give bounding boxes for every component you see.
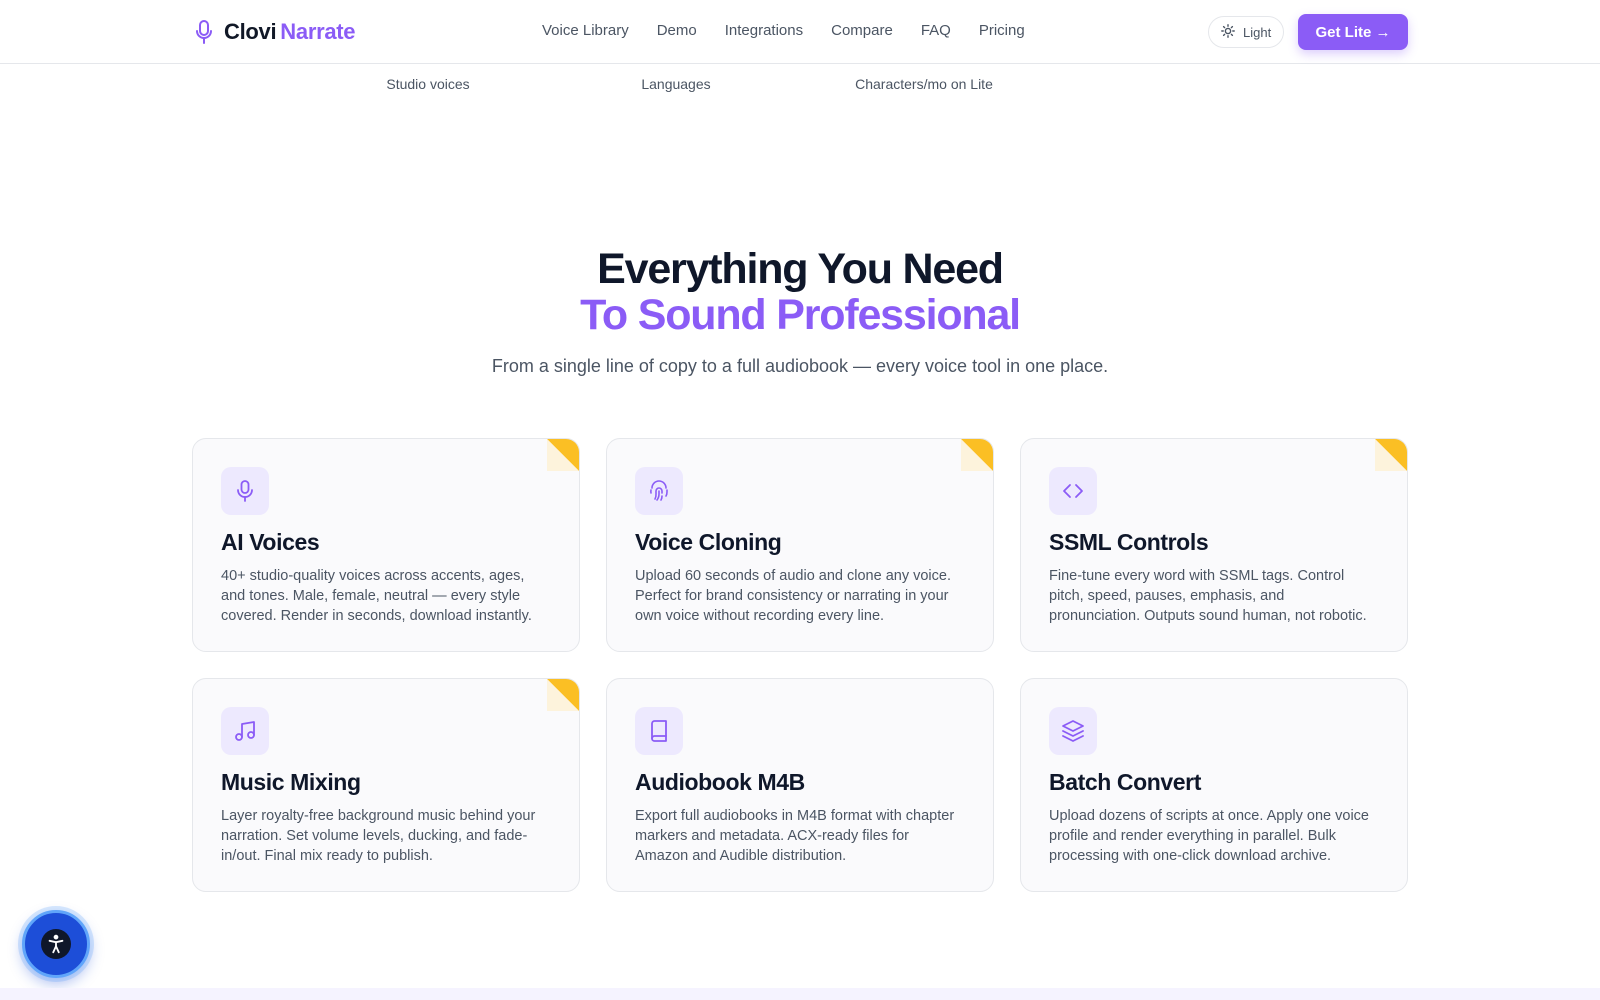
stat-label-characters: Characters/mo on Lite	[855, 76, 993, 92]
feature-title: Music Mixing	[221, 769, 361, 795]
music-note-icon	[221, 707, 269, 755]
feature-card-ssml-controls: SSML Controls Fine-tune every word with …	[1020, 438, 1408, 652]
feature-card-voice-cloning: Voice Cloning Upload 60 seconds of audio…	[606, 438, 994, 652]
feature-title: AI Voices	[221, 529, 320, 555]
next-section-edge	[0, 988, 1600, 1000]
nav-link-voice-library[interactable]: Voice Library	[542, 22, 629, 39]
code-icon	[1049, 467, 1097, 515]
section-heading: Everything You Need To Sound Professiona…	[0, 246, 1600, 338]
nav-link-demo[interactable]: Demo	[657, 22, 697, 39]
feature-card-ai-voices: AI Voices 40+ studio-quality voices acro…	[192, 438, 580, 652]
feature-description: Layer royalty-free background music behi…	[221, 808, 536, 864]
brand-logo[interactable]: Clovi Narrate	[192, 18, 356, 46]
section-subtitle: From a single line of copy to a full aud…	[491, 356, 1109, 376]
feature-title: Batch Convert	[1049, 769, 1201, 795]
feature-title: Voice Cloning	[635, 529, 782, 555]
theme-toggle-button[interactable]: Light	[1208, 16, 1285, 48]
brand-name-part2: Narrate	[280, 19, 356, 44]
feature-description: Fine-tune every word with SSML tags. Con…	[1049, 568, 1367, 624]
sun-icon	[1221, 23, 1235, 41]
feature-description: Upload dozens of scripts at once. Apply …	[1049, 808, 1369, 864]
corner-badge	[547, 439, 579, 471]
feature-description: 40+ studio-quality voices across accents…	[221, 568, 532, 624]
feature-title: Audiobook M4B	[635, 769, 805, 795]
feature-card-audiobook-m4b: Audiobook M4B Export full audiobooks in …	[606, 678, 994, 892]
corner-badge	[547, 679, 579, 711]
feature-card-batch-convert: Batch Convert Upload dozens of scripts a…	[1020, 678, 1408, 892]
corner-badge	[961, 439, 993, 471]
brand-name: Clovi Narrate	[224, 19, 356, 45]
get-lite-button[interactable]: Get Lite →	[1298, 14, 1408, 50]
page: Clovi Narrate Voice Library Demo Integrat…	[0, 0, 1600, 1000]
layers-icon	[1049, 707, 1097, 755]
stat-label-languages: Languages	[641, 76, 711, 92]
nav-link-integrations[interactable]: Integrations	[725, 22, 803, 39]
feature-description: Upload 60 seconds of audio and clone any…	[635, 568, 951, 624]
top-nav: Clovi Narrate Voice Library Demo Integrat…	[0, 0, 1600, 64]
nav-link-faq[interactable]: FAQ	[921, 22, 951, 39]
feature-title: SSML Controls	[1049, 529, 1209, 555]
fingerprint-icon	[635, 467, 683, 515]
microphone-icon	[192, 18, 216, 46]
accessibility-icon	[41, 929, 71, 959]
corner-badge	[1375, 439, 1407, 471]
brand-name-part1: Clovi	[224, 19, 277, 44]
stat-label-studio-voices: Studio voices	[386, 76, 470, 92]
feature-card-music-mixing: Music Mixing Layer royalty-free backgrou…	[192, 678, 580, 892]
accessibility-button[interactable]	[22, 910, 90, 978]
microphone-icon	[221, 467, 269, 515]
nav-link-pricing[interactable]: Pricing	[979, 22, 1025, 39]
theme-toggle-label: Light	[1243, 24, 1272, 40]
feature-description: Export full audiobooks in M4B format wit…	[635, 808, 955, 864]
nav-links: Voice Library Demo Integrations Compare …	[542, 22, 1025, 39]
feature-grid: AI Voices 40+ studio-quality voices acro…	[192, 438, 1408, 892]
section-title-line1: Everything You Need	[597, 245, 1004, 293]
book-icon	[635, 707, 683, 755]
nav-link-compare[interactable]: Compare	[831, 22, 893, 39]
section-title-line2: To Sound Professional	[580, 291, 1021, 339]
